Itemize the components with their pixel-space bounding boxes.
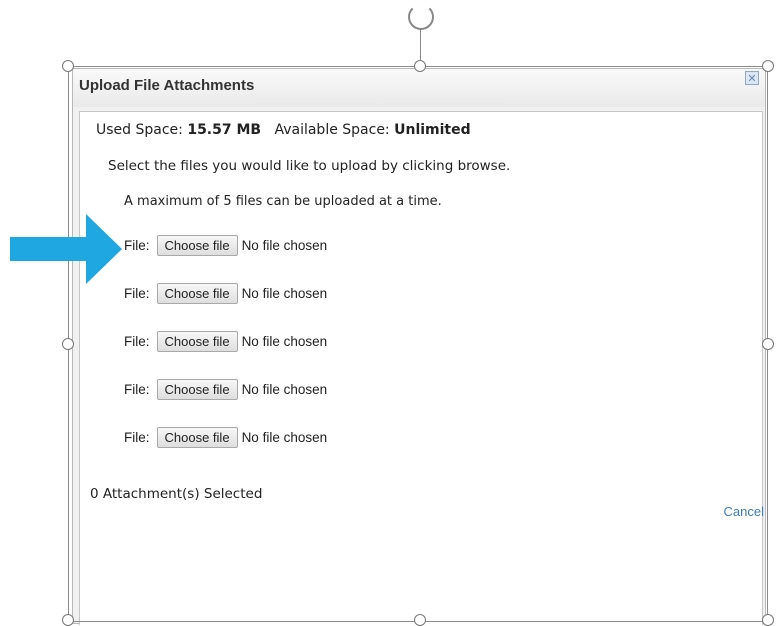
resize-handle-top[interactable] <box>414 60 426 72</box>
resize-handle-top-right[interactable] <box>762 60 774 72</box>
resize-handle-right[interactable] <box>762 338 774 350</box>
resize-handle-top-left[interactable] <box>62 60 74 72</box>
resize-handle-bottom[interactable] <box>414 614 426 626</box>
resize-handle-left[interactable] <box>62 338 74 350</box>
selection-frame <box>68 66 768 622</box>
resize-handle-bottom-left[interactable] <box>62 614 74 626</box>
rotate-handle[interactable] <box>408 4 434 30</box>
resize-handle-bottom-right[interactable] <box>762 614 774 626</box>
arrow-icon <box>10 214 122 284</box>
